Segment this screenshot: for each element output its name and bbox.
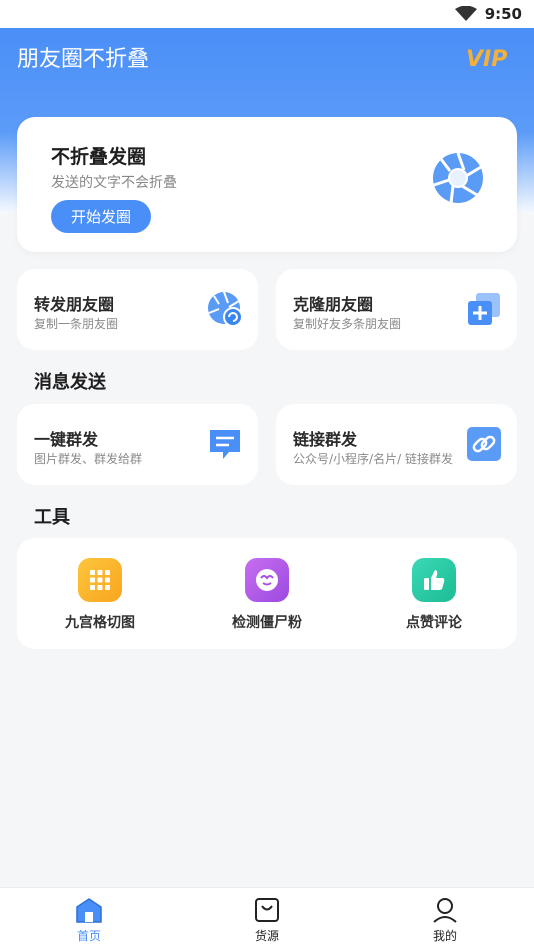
tool-label: 九宫格切图 (65, 615, 135, 631)
card-title: 一键群发 (34, 430, 99, 449)
status-bar: 9:50 (0, 0, 534, 28)
nav-label: 我的 (432, 929, 457, 943)
hero-title: 不折叠发圈 (51, 146, 147, 168)
status-time: 9:50 (484, 5, 522, 23)
shutter-icon (433, 152, 483, 204)
hero-subtitle: 发送的文字不会折叠 (51, 175, 177, 191)
shutter-refresh-icon (208, 291, 243, 327)
home-icon (76, 898, 102, 923)
bag-icon (255, 898, 279, 922)
app-title: 朋友圈不折叠 (17, 47, 150, 72)
chat-bubble-icon (210, 430, 240, 459)
start-post-button[interactable]: 开始发圈 (51, 200, 151, 233)
link-icon (467, 427, 501, 461)
svg-text:VIP: VIP (466, 47, 507, 72)
card-subtitle: 复制一条朋友圈 (34, 317, 119, 331)
tool-like-comment[interactable]: 点赞评论 (364, 558, 504, 638)
smile-face-icon (245, 558, 289, 602)
nav-item-home[interactable]: 首页 (49, 896, 129, 946)
link-send-card[interactable]: 链接群发 公众号/小程序/名片/ 链接群发 (276, 404, 517, 485)
card-title: 转发朋友圈 (34, 295, 115, 314)
bulk-send-card[interactable]: 一键群发 图片群发、群发给群 (17, 404, 258, 485)
tool-label: 点赞评论 (406, 615, 462, 631)
tools-card: 九宫格切图 检测僵尸粉 点赞评论 (17, 538, 517, 649)
clone-add-icon (468, 293, 500, 325)
nav-label: 首页 (76, 929, 101, 943)
tool-grid-cut[interactable]: 九宫格切图 (30, 558, 170, 638)
section-title-tools: 工具 (34, 507, 70, 528)
card-subtitle: 图片群发、群发给群 (34, 452, 143, 466)
nav-item-supply[interactable]: 货源 (227, 896, 307, 946)
thumbs-up-icon (412, 558, 456, 602)
nav-item-mine[interactable]: 我的 (405, 896, 485, 946)
tool-label: 检测僵尸粉 (232, 615, 302, 631)
forward-moments-card[interactable]: 转发朋友圈 复制一条朋友圈 (17, 269, 258, 350)
grid-icon (78, 558, 122, 602)
section-title-message: 消息发送 (34, 372, 106, 393)
clone-moments-card[interactable]: 克隆朋友圈 复制好友多条朋友圈 (276, 269, 517, 350)
hero-card: 不折叠发圈 发送的文字不会折叠 开始发圈 (17, 117, 517, 252)
card-subtitle: 公众号/小程序/名片/ 链接群发 (293, 452, 453, 466)
nav-label: 货源 (254, 929, 279, 943)
user-icon (433, 898, 457, 923)
card-title: 克隆朋友圈 (293, 295, 374, 314)
tool-detect-zombie[interactable]: 检测僵尸粉 (197, 558, 337, 638)
vip-badge[interactable]: VIP (464, 44, 518, 72)
card-subtitle: 复制好友多条朋友圈 (293, 317, 402, 331)
wifi-icon (454, 6, 477, 21)
bottom-nav: 首页 货源 我的 (0, 887, 534, 949)
card-title: 链接群发 (293, 430, 358, 449)
